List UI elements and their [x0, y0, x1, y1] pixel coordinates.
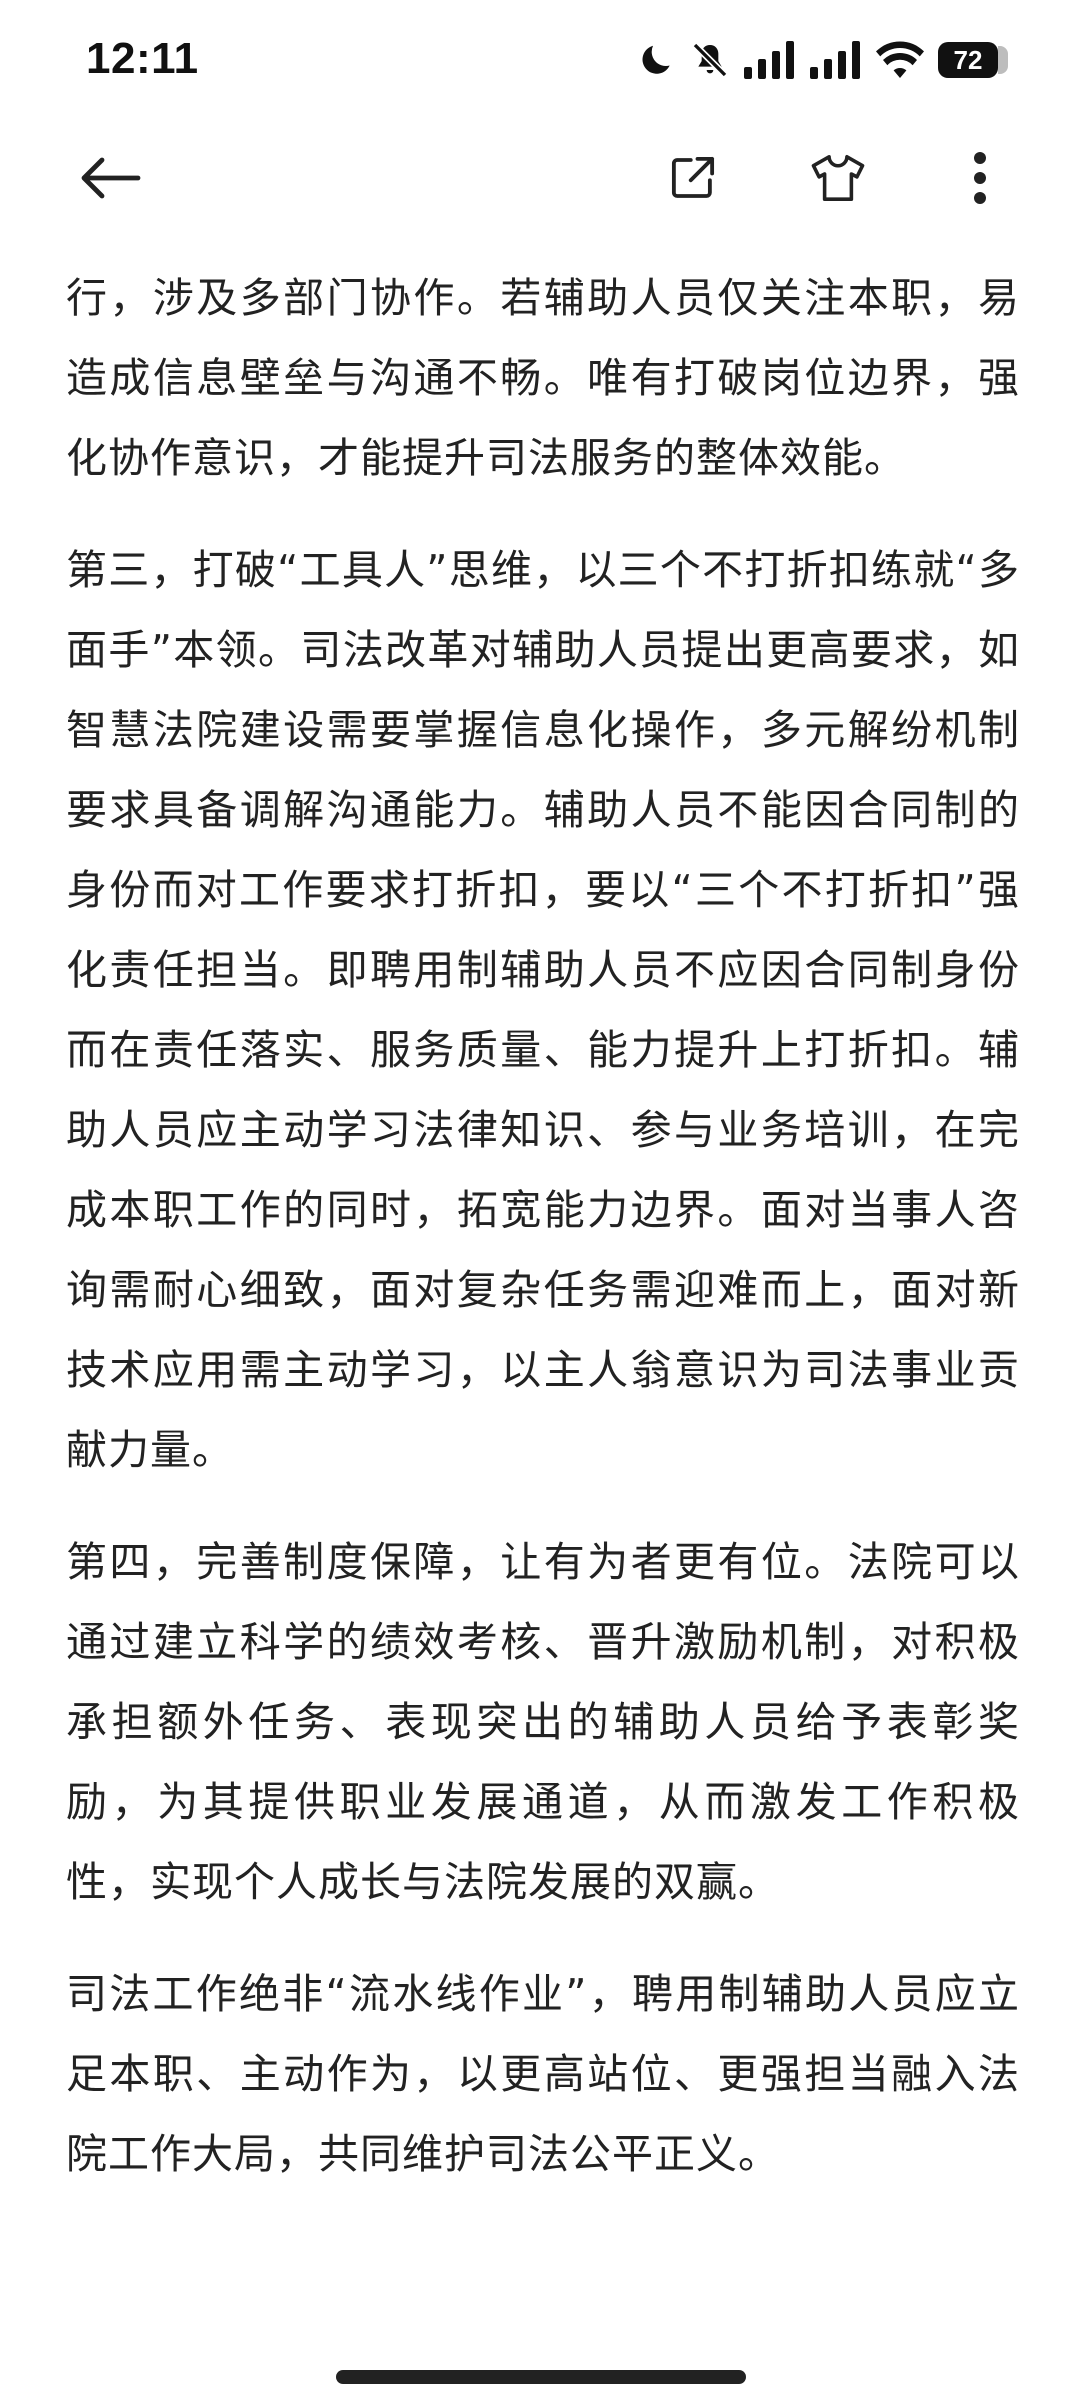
article-body: 行，涉及多部门协作。若辅助人员仅关注本职，易造成信息壁垒与沟通不畅。唯有打破岗位… [66, 258, 1020, 2226]
app-bar [0, 130, 1080, 230]
back-arrow-icon [78, 154, 142, 206]
home-indicator[interactable] [336, 2370, 746, 2384]
signal-icon [810, 41, 862, 79]
status-time: 12:11 [86, 34, 199, 83]
share-icon [666, 151, 720, 209]
moon-icon [638, 40, 676, 80]
share-button[interactable] [643, 130, 743, 230]
more-vertical-icon [972, 151, 988, 209]
back-button[interactable] [60, 130, 160, 230]
theme-button[interactable] [788, 130, 888, 230]
status-bar: 12:11 72 [0, 0, 1080, 120]
signal-icon [744, 41, 796, 79]
article-paragraph: 第三，打破“工具人”思维，以三个不打折扣练就“多面手”本领。司法改革对辅助人员提… [66, 546, 1020, 1474]
article-paragraph: 司法工作绝非“流水线作业”，聘用制辅助人员应立足本职、主动作为，以更高站位、更强… [66, 1970, 1020, 2178]
battery-icon: 72 [938, 42, 1008, 78]
more-options-button[interactable] [930, 130, 1030, 230]
wifi-icon [876, 41, 924, 79]
battery-level: 72 [938, 42, 998, 78]
status-icons: 72 [638, 36, 1008, 84]
article-paragraph: 第四，完善制度保障，让有为者更有位。法院可以通过建立科学的绩效考核、晋升激励机制… [66, 1538, 1020, 1906]
bell-off-icon [690, 40, 730, 80]
tshirt-icon [809, 151, 867, 209]
article-paragraph: 行，涉及多部门协作。若辅助人员仅关注本职，易造成信息壁垒与沟通不畅。唯有打破岗位… [66, 274, 1020, 482]
